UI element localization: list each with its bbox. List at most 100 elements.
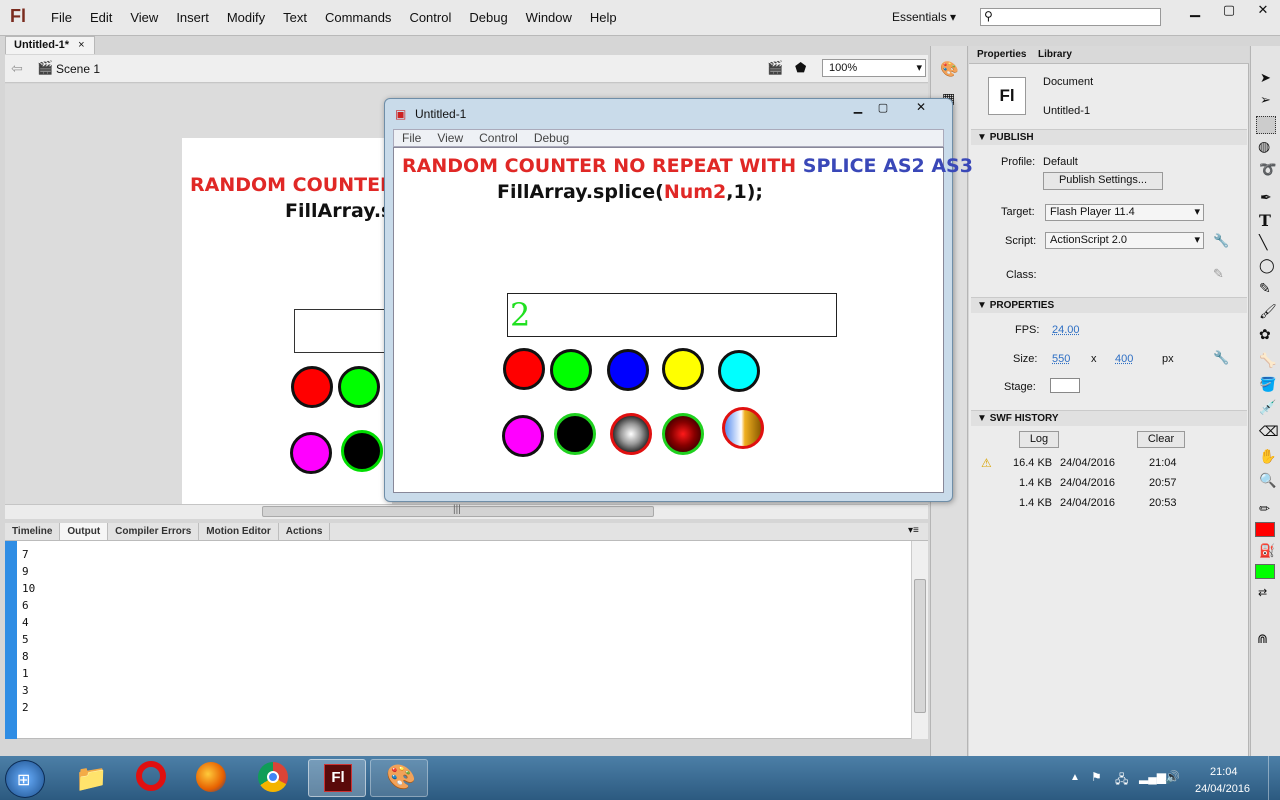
line-tool-icon[interactable]: ╲ [1259, 234, 1267, 251]
network-icon[interactable]: 🖧 [1115, 770, 1128, 791]
hand-tool-icon[interactable]: ✋ [1259, 448, 1276, 465]
stage-magenta-circle[interactable] [290, 432, 332, 474]
publish-section-header[interactable]: ▼ PUBLISH [971, 129, 1247, 145]
stage-red-circle[interactable] [291, 366, 333, 408]
taskbar-chrome[interactable] [244, 759, 302, 797]
script-select[interactable]: ActionScript 2.0 ▾ [1045, 232, 1204, 249]
log-button[interactable]: Log [1019, 431, 1059, 448]
oval-tool-icon[interactable]: ◯ [1259, 257, 1275, 274]
height-value[interactable]: 400 [1115, 353, 1133, 365]
swf-menu-debug[interactable]: Debug [534, 130, 569, 146]
stage[interactable]: RANDOM COUNTER FillArray.s [182, 138, 404, 504]
wrench-icon[interactable]: 🔧 [1213, 233, 1229, 249]
deco-tool-icon[interactable]: ✿ [1259, 326, 1271, 343]
clock-time[interactable]: 21:04 [1210, 766, 1238, 778]
subselection-tool-icon[interactable]: ➢ [1260, 92, 1271, 108]
taskbar-flash-player[interactable]: 🎨 [370, 759, 428, 797]
stage-green-circle[interactable] [338, 366, 380, 408]
menu-help[interactable]: Help [590, 10, 617, 25]
clear-button[interactable]: Clear [1137, 431, 1185, 448]
counter-field[interactable]: 2 [507, 293, 837, 337]
swf-menu-control[interactable]: Control [479, 130, 518, 146]
taskbar-opera[interactable] [122, 759, 180, 797]
edit-symbols-icon[interactable]: ⬟ [795, 60, 806, 76]
dark-red-gradient-circle-button[interactable] [662, 413, 704, 455]
tab-output[interactable]: Output [60, 523, 109, 540]
fill-color-swatch[interactable] [1255, 564, 1275, 579]
tab-timeline[interactable]: Timeline [5, 523, 61, 540]
eraser-tool-icon[interactable]: ⌫ [1259, 423, 1279, 440]
document-tab[interactable]: Untitled-1* × [5, 36, 95, 54]
start-button[interactable]: ⊞ [5, 760, 45, 798]
silver-gradient-circle-button[interactable] [610, 413, 652, 455]
bone-tool-icon[interactable]: 🦴 [1259, 352, 1276, 369]
tab-actions[interactable]: Actions [279, 523, 331, 540]
swf-close-button[interactable]: ✕ [910, 100, 932, 116]
show-desktop-button[interactable] [1268, 756, 1280, 800]
stroke-color-swatch[interactable] [1255, 522, 1275, 537]
blue-circle-button[interactable] [607, 349, 649, 391]
menu-debug[interactable]: Debug [469, 10, 507, 25]
black-circle-button[interactable] [554, 413, 596, 455]
swf-menu-file[interactable]: File [402, 130, 421, 146]
menu-commands[interactable]: Commands [325, 10, 391, 25]
swf-minimize-button[interactable]: ▁ [848, 101, 868, 117]
menu-edit[interactable]: Edit [90, 10, 112, 25]
properties-section-header[interactable]: ▼ PROPERTIES [971, 297, 1247, 313]
pencil-tool-icon[interactable]: ✎ [1259, 280, 1271, 297]
menu-insert[interactable]: Insert [176, 10, 209, 25]
lasso-tool-icon[interactable]: ➰ [1259, 161, 1276, 178]
swap-colors-icon[interactable]: ⇄ [1258, 586, 1267, 599]
zoom-tool-icon[interactable]: 🔍 [1259, 472, 1276, 489]
output-scroll-thumb[interactable] [914, 579, 926, 713]
color-panel-icon[interactable]: 🎨 [940, 60, 959, 78]
publish-settings-button[interactable]: Publish Settings... [1043, 172, 1163, 190]
wrench-icon[interactable]: 🔧 [1213, 350, 1229, 366]
3d-rotation-tool-icon[interactable]: ◍ [1258, 138, 1270, 155]
output-scrollbar[interactable] [911, 541, 928, 739]
close-button[interactable]: ✕ [1246, 0, 1280, 20]
gold-blue-gradient-circle-button[interactable] [722, 407, 764, 449]
output-panel[interactable] [5, 541, 928, 739]
fill-color-icon[interactable]: ⛽ [1259, 543, 1275, 559]
signal-icon[interactable]: ▂▄▆ [1139, 770, 1166, 784]
menu-text[interactable]: Text [283, 10, 307, 25]
swf-history-section-header[interactable]: ▼ SWF HISTORY [971, 410, 1247, 426]
search-input[interactable]: ⚲ [980, 8, 1161, 26]
minimize-button[interactable]: ▁ [1178, 0, 1212, 20]
tab-properties[interactable]: Properties [977, 49, 1026, 60]
menu-view[interactable]: View [130, 10, 158, 25]
taskbar-flash[interactable]: Fl [308, 759, 366, 797]
pen-tool-icon[interactable]: ✒ [1260, 189, 1272, 206]
show-hidden-icons[interactable]: ▲ [1070, 772, 1080, 783]
stage-scroll-thumb[interactable]: ||| [262, 504, 654, 517]
cyan-circle-button[interactable] [718, 350, 760, 392]
tab-library[interactable]: Library [1038, 49, 1072, 60]
selection-tool-icon[interactable]: ➤ [1260, 70, 1271, 86]
stroke-color-icon[interactable]: ✏ [1259, 501, 1270, 517]
swf-maximize-button[interactable]: ▢ [873, 101, 893, 117]
free-transform-tool-icon[interactable] [1256, 116, 1276, 134]
stage-color-swatch[interactable] [1050, 378, 1080, 393]
green-circle-button[interactable] [550, 349, 592, 391]
fps-value[interactable]: 24.00 [1052, 324, 1080, 336]
width-value[interactable]: 550 [1052, 353, 1070, 365]
tab-compiler-errors[interactable]: Compiler Errors [108, 523, 200, 540]
menu-window[interactable]: Window [526, 10, 572, 25]
volume-icon[interactable]: 🔊 [1165, 770, 1180, 784]
taskbar-explorer[interactable]: 📁 [62, 759, 120, 797]
taskbar-firefox[interactable] [182, 759, 240, 797]
pencil-icon[interactable]: ✎ [1213, 266, 1224, 282]
menu-file[interactable]: File [51, 10, 72, 25]
brush-tool-icon[interactable]: 🖌 [1259, 303, 1277, 320]
menu-modify[interactable]: Modify [227, 10, 265, 25]
target-select[interactable]: Flash Player 11.4 ▾ [1045, 204, 1204, 221]
snap-magnet-icon[interactable]: ⋒ [1257, 631, 1268, 647]
yellow-circle-button[interactable] [662, 348, 704, 390]
tab-motion-editor[interactable]: Motion Editor [199, 523, 279, 540]
maximize-button[interactable]: ▢ [1212, 0, 1246, 20]
magenta-circle-button[interactable] [502, 415, 544, 457]
clock-date[interactable]: 24/04/2016 [1195, 783, 1250, 795]
paint-bucket-tool-icon[interactable]: 🪣 [1259, 376, 1276, 393]
back-arrow-icon[interactable]: ⇦ [11, 60, 23, 77]
